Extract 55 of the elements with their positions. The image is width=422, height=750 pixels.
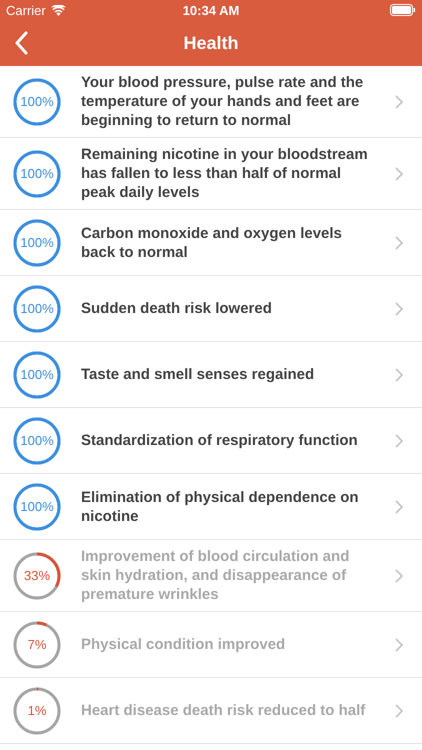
progress-ring [13, 150, 61, 198]
chevron-icon [394, 498, 404, 514]
progress-ring [13, 482, 61, 530]
milestone-text: Taste and smell senses regained [81, 365, 316, 384]
milestone-row[interactable]: 100% Sudden death risk lowered [0, 276, 422, 342]
chevron-icon [394, 234, 404, 250]
screen-title: Health [183, 32, 238, 54]
milestone-text: Your blood pressure, pulse rate and the temperature of your hands and feet are beginning to return to normal [81, 73, 364, 130]
clock-time: 10:34 AM [182, 2, 240, 18]
chevron-icon [394, 166, 404, 182]
percent-label: 100% [20, 235, 54, 250]
progress-ring [13, 620, 61, 668]
progress-ring [13, 218, 61, 266]
chevron-icon [394, 702, 404, 718]
milestone-row[interactable]: 100% Elimination of physical dependence on nicotine [0, 474, 422, 540]
milestone-row[interactable]: 100% Taste and smell senses regained [0, 342, 422, 408]
percent-label: 7% [28, 637, 46, 652]
percent-label: 100% [20, 94, 54, 109]
percent-label: 100% [20, 367, 54, 382]
progress-ring [13, 78, 61, 126]
percent-label: 33% [24, 568, 50, 583]
milestone-text: Carbon monoxide and oxygen levels back to normal [81, 224, 343, 262]
milestone-text: Elimination of physical dependence on nicotine [81, 488, 360, 526]
chevron-icon [394, 636, 404, 652]
progress-ring [13, 552, 61, 600]
chevron-icon [394, 300, 404, 316]
milestone-text: Heart disease death risk reduced to half [81, 701, 366, 720]
milestone-row[interactable]: 100% Remaining nicotine in your bloodstream has fallen to less than half of normal peak daily levels [0, 138, 422, 210]
percent-label: 100% [20, 433, 54, 448]
progress-ring [13, 284, 61, 332]
progress-ring [13, 416, 61, 464]
percent-label: 100% [20, 301, 54, 316]
chevron-icon [394, 366, 404, 382]
milestone-row[interactable]: 100% Standardization of respiratory function [0, 408, 422, 474]
milestone-text: Remaining nicotine in your bloodstream has fallen to less than half of normal peak daily levels [81, 145, 369, 202]
milestone-text: Sudden death risk lowered [81, 299, 273, 318]
milestone-row[interactable]: 7% Physical condition improved [0, 612, 422, 678]
milestone-row[interactable]: 100% Carbon monoxide and oxygen levels back to normal [0, 210, 422, 276]
milestone-row[interactable]: 1% Heart disease death risk reduced to half [0, 678, 422, 744]
progress-ring [13, 350, 61, 398]
wifi-icon [50, 4, 66, 16]
carrier-label: Carrier [6, 2, 46, 18]
battery-icon [390, 4, 416, 16]
progress-ring [13, 686, 61, 734]
percent-label: 100% [20, 166, 54, 181]
milestone-row[interactable]: 33% Improvement of blood circulation and skin hydration, and disappearance of premature wrinkles [0, 540, 422, 612]
milestone-text: Physical condition improved [81, 635, 286, 654]
percent-label: 1% [28, 703, 46, 718]
chevron-icon [394, 94, 404, 110]
chevron-icon [394, 568, 404, 584]
milestone-text: Standardization of respiratory function [81, 431, 359, 450]
milestone-row[interactable]: 100% Your blood pressure, pulse rate and the temperature of your hands and feet are beginning to return to normal [0, 66, 422, 138]
percent-label: 100% [20, 499, 54, 514]
chevron-icon [394, 432, 404, 448]
milestone-text: Improvement of blood circulation and skin hydration, and disappearance of premature wrinkles [81, 547, 350, 604]
